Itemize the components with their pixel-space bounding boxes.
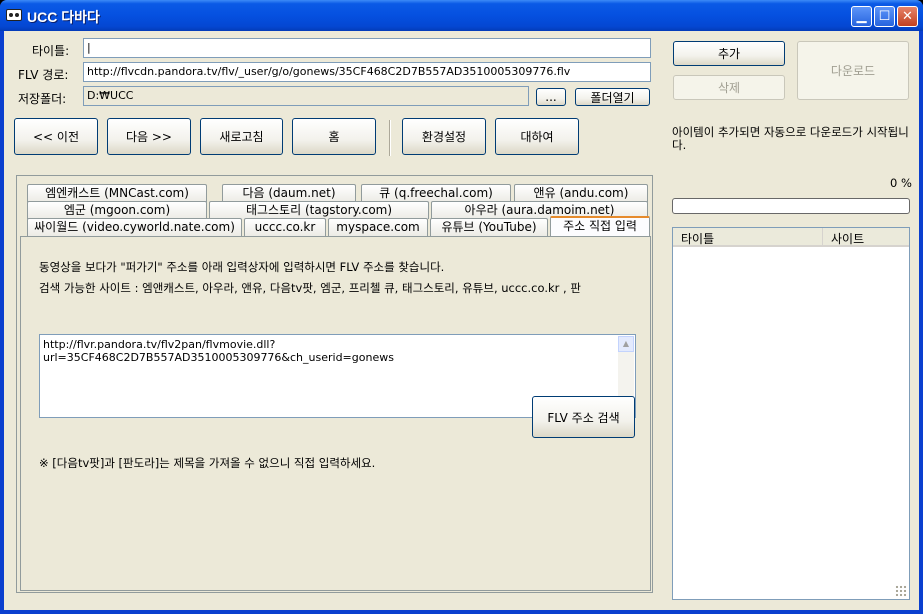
home-button[interactable]: 홈 [292,118,376,155]
auto-download-notice: 아이템이 추가되면 자동으로 다운로드가 시작됩니다. [672,125,909,152]
open-folder-button[interactable]: 폴더열기 [575,88,650,106]
tab-daum[interactable]: 다음 (daum.net) [222,184,356,202]
progress-percent: 0 % [890,176,912,190]
tab-youtube[interactable]: 유튜브 (YouTube) [430,218,548,236]
resize-grip-icon[interactable] [895,585,907,597]
instruction-text: 동영상을 보다가 "퍼가기" 주소를 아래 입력상자에 입력하시면 FLV 주소… [39,260,445,274]
tab-mncast[interactable]: 엠엔캐스트 (MNCast.com) [27,184,207,202]
window-title: UCC 다바다 [27,9,100,25]
delete-button[interactable]: 삭제 [673,75,785,100]
flv-search-button[interactable]: FLV 주소 검색 [532,396,635,438]
tab-andu[interactable]: 앤유 (andu.com) [514,184,648,202]
download-list[interactable]: 타이틀 사이트 [672,227,910,600]
tab-myspace[interactable]: myspace.com [328,218,428,236]
prev-button[interactable]: << 이전 [14,118,98,155]
save-folder-label: 저장폴더: [18,92,67,106]
next-button[interactable]: 다음 >> [107,118,191,155]
app-window: UCC 다바다 ▁ ☐ ✕ 타이틀: | FLV 경로: http://flvc… [0,0,923,614]
column-header-site[interactable]: 사이트 [823,228,909,247]
tab-tagstory[interactable]: 태그스토리 (tagstory.com) [209,201,429,219]
supported-sites-text: 검색 가능한 사이트 : 엠앤캐스트, 아우라, 앤유, 다음tv팟, 엠군, … [39,281,581,295]
settings-button[interactable]: 환경설정 [402,118,486,155]
embed-url-value: http://flvr.pandora.tv/flv2pan/flvmovie.… [43,338,394,364]
scroll-up-icon[interactable]: ▲ [618,336,634,352]
column-header-title[interactable]: 타이틀 [673,228,823,247]
maximize-button[interactable]: ☐ [874,6,895,27]
flv-path-label: FLV 경로: [18,68,69,82]
flv-path-input[interactable]: http://flvcdn.pandora.tv/flv/_user/g/o/g… [83,62,651,82]
browse-button[interactable]: ... [536,88,566,106]
close-button[interactable]: ✕ [897,6,918,27]
download-button[interactable]: 다운로드 [797,41,909,100]
tab-cyworld[interactable]: 싸이월드 (video.cyworld.nate.com) [27,218,242,236]
about-button[interactable]: 대하여 [495,118,579,155]
download-progress-bar [672,198,910,214]
save-folder-input[interactable]: D:₩UCC [83,86,529,106]
title-input[interactable]: | [83,38,651,58]
title-label: 타이틀: [32,44,70,58]
title-bar[interactable]: UCC 다바다 ▁ ☐ ✕ [0,0,923,31]
tab-direct-input[interactable]: 주소 직접 입력 [550,216,650,236]
tab-freechal[interactable]: 큐 (q.freechal.com) [361,184,511,202]
tab-mgoon[interactable]: 엠군 (mgoon.com) [27,201,207,219]
minimize-button[interactable]: ▁ [851,6,872,27]
title-warning-text: ※ [다음tv팟]과 [판도라]는 제목을 가져올 수 없으니 직접 입력하세요… [39,456,376,470]
client-area: 타이틀: | FLV 경로: http://flvcdn.pandora.tv/… [4,31,919,610]
add-button[interactable]: 추가 [673,41,785,66]
refresh-button[interactable]: 새로고침 [200,118,283,155]
cassette-icon [6,9,22,21]
tab-uccc[interactable]: uccc.co.kr [244,218,326,236]
toolbar-separator [389,120,391,156]
